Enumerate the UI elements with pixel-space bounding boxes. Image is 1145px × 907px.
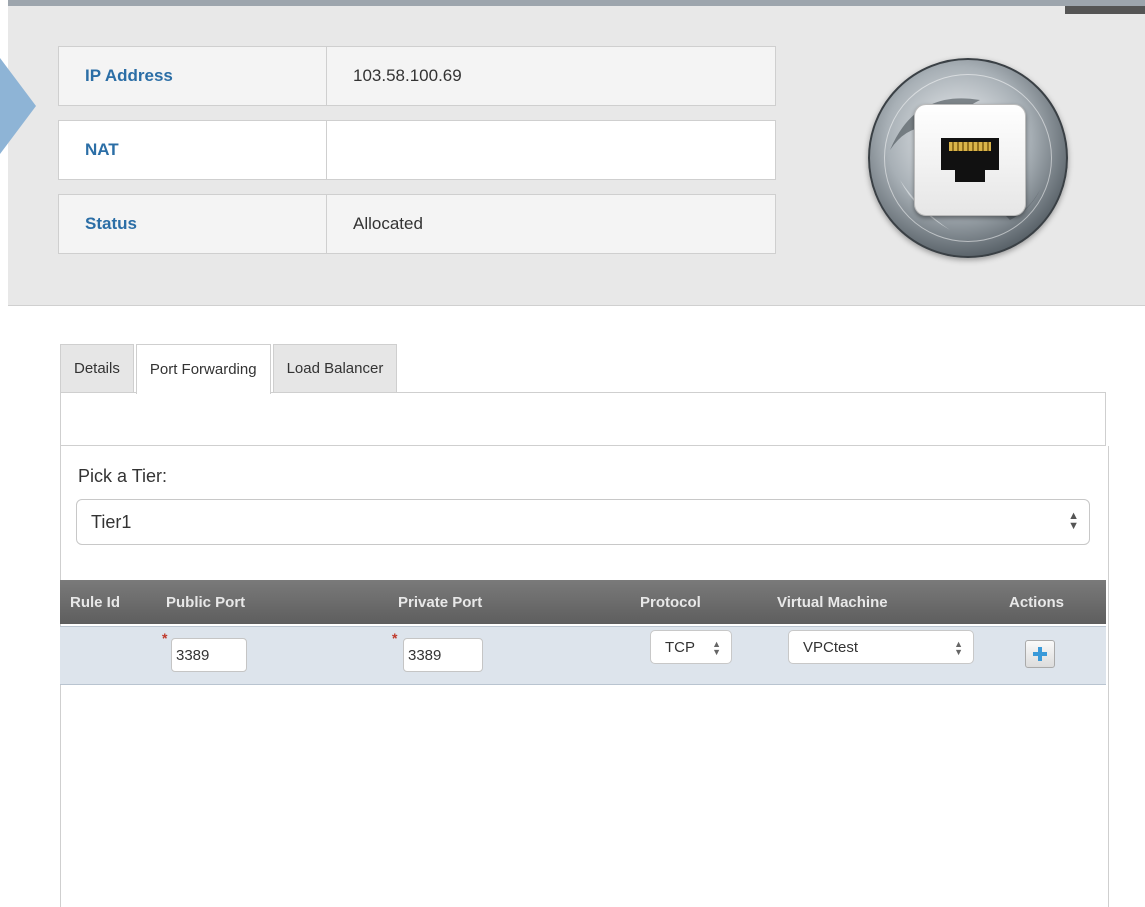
add-rule-button[interactable] [1025, 640, 1055, 668]
info-row-ip-address: IP Address 103.58.100.69 [58, 46, 776, 106]
tier-selected-value: Tier1 [91, 511, 132, 532]
info-label: Status [59, 195, 327, 253]
info-value: 103.58.100.69 [353, 66, 462, 85]
info-row-status: Status Allocated [58, 194, 776, 254]
tab-details[interactable]: Details [60, 344, 134, 392]
protocol-select[interactable]: TCP ▲ ▼ [650, 630, 732, 664]
select-arrows-icon: ▲ ▼ [1068, 510, 1079, 532]
column-header-virtual-machine: Virtual Machine [777, 594, 888, 611]
required-marker: * [162, 630, 168, 646]
column-header-private-port: Private Port [398, 594, 483, 611]
virtual-machine-select[interactable]: VPCtest ▲ ▼ [788, 630, 974, 664]
tab-port-forwarding[interactable]: Port Forwarding [135, 344, 271, 394]
tier-label: Pick a Tier: [78, 466, 168, 486]
page-root: IP Address 103.58.100.69 NAT Status Allo… [0, 0, 1145, 907]
private-port-input[interactable]: 3389 [403, 638, 483, 672]
tab-load-balancer[interactable]: Load Balancer [272, 344, 398, 392]
column-header-rule-id: Rule Id [70, 594, 121, 611]
network-port-globe-icon [868, 58, 1068, 258]
column-header-protocol: Protocol [640, 594, 701, 611]
header-dark-strip [1065, 6, 1145, 14]
info-label: IP Address [59, 47, 327, 105]
ethernet-port-icon [941, 138, 999, 182]
column-header-actions: Actions [1009, 594, 1065, 611]
public-port-input[interactable]: 3389 [171, 638, 247, 672]
tier-select[interactable]: Tier1 ▲ ▼ [76, 499, 1090, 545]
plus-icon [1033, 647, 1047, 661]
tab-toolbar-area [60, 392, 1106, 446]
virtual-machine-value: VPCtest [803, 638, 859, 656]
required-marker: * [392, 630, 398, 646]
rules-table-header: Rule Id Public Port Private Port Protoco… [60, 580, 1106, 624]
protocol-value: TCP [665, 638, 695, 656]
info-label: NAT [59, 121, 327, 179]
ethernet-port-card [914, 104, 1026, 216]
info-value [327, 121, 775, 179]
select-arrows-icon: ▲ ▼ [712, 639, 721, 657]
breadcrumb-arrow-icon[interactable] [0, 58, 36, 154]
column-header-public-port: Public Port [166, 594, 246, 611]
select-arrows-icon: ▲ ▼ [954, 639, 963, 657]
info-value: Allocated [353, 214, 423, 233]
info-row-nat: NAT [58, 120, 776, 180]
detail-tabs: Details Port Forwarding Load Balancer [60, 344, 399, 394]
